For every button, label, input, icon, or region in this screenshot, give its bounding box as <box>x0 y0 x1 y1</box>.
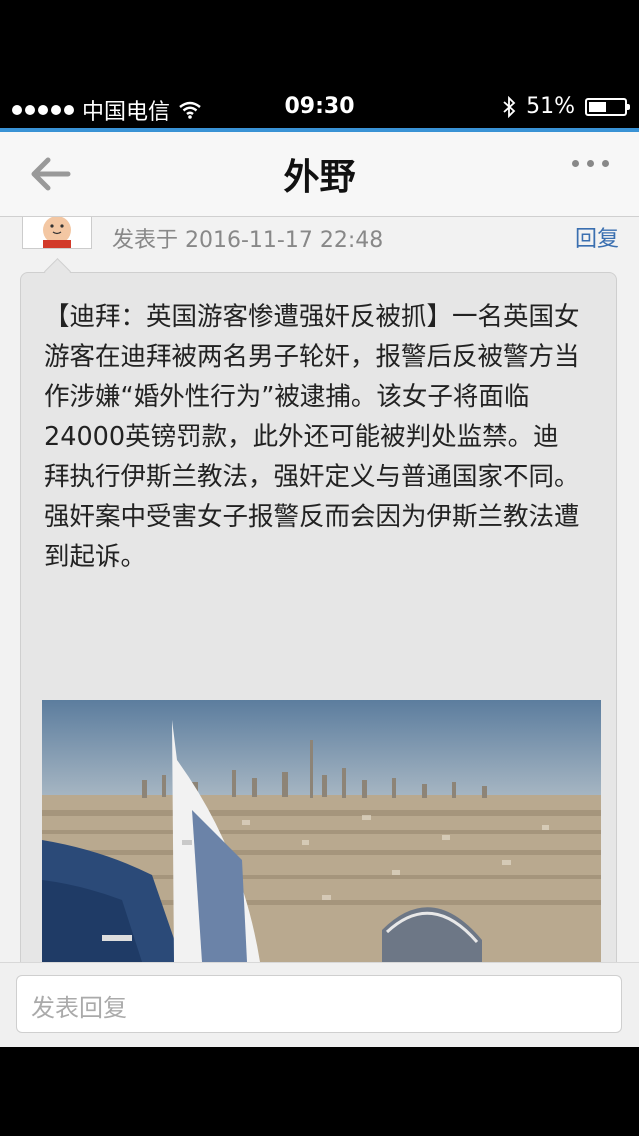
ellipsis-icon <box>572 160 579 167</box>
reply-link[interactable]: 回复 <box>575 221 619 253</box>
bluetooth-icon <box>503 95 516 118</box>
post-content[interactable]: 发表于 2016-11-17 22:48 回复 【迪拜：英国游客惨遭强奸反被抓】… <box>0 217 639 962</box>
post-photo[interactable] <box>42 700 601 962</box>
battery-icon <box>585 97 630 116</box>
status-bar: 中国电信 09:30 51% <box>0 88 639 128</box>
page-title: 外野 <box>283 157 356 198</box>
avatar[interactable] <box>22 217 92 249</box>
more-button[interactable] <box>572 160 609 167</box>
reply-bar: 发表回复 <box>0 962 639 1047</box>
reply-input[interactable]: 发表回复 <box>16 975 622 1033</box>
battery-group: 51% <box>502 94 630 119</box>
post-body: 【迪拜：英国游客惨遭强奸反被抓】一名英国女游客在迪拜被两名男子轮奸，报警后反被警… <box>44 302 580 572</box>
post-timestamp: 发表于 2016-11-17 22:48 <box>112 228 384 253</box>
battery-percent: 51% <box>526 94 575 119</box>
nav-bar: 外野 <box>0 132 639 217</box>
